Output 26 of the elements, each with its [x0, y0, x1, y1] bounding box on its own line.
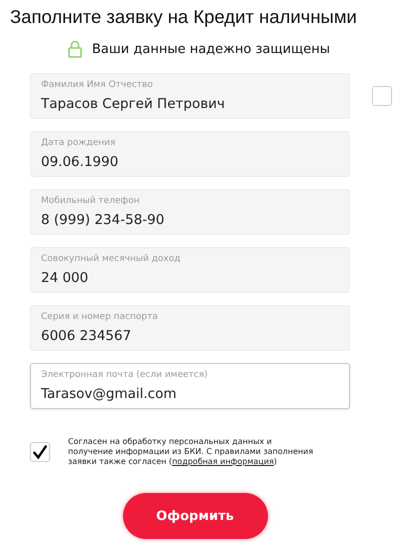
- field-value: Tarasov@gmail.com: [41, 385, 178, 404]
- field-label: Электронная почта (если имеется): [41, 369, 209, 381]
- lock-icon: [68, 40, 82, 58]
- field-label: Фамилия Имя Отчество: [41, 79, 154, 91]
- consent-text: Согласен на обработку персональных данных и получение информации из БКИ. С правилами заполнения заявки также согласен (подробная информация): [68, 437, 314, 467]
- field-label: Совокупный месячный доход: [41, 253, 182, 265]
- field-value: 6006 234567: [41, 327, 132, 346]
- field-value: 09.06.1990: [41, 153, 120, 172]
- field-label: Дата рождения: [41, 137, 116, 149]
- input-field[interactable]: Электронная почта (если имеется) Tarasov@gmail.com: [30, 363, 350, 409]
- input-field[interactable]: Серия и номер паспорта 6006 234567: [30, 305, 350, 351]
- input-field[interactable]: Совокупный месячный доход 24 000: [30, 247, 350, 293]
- field-label: Серия и номер паспорта: [41, 311, 159, 323]
- field-value: 24 000: [41, 269, 90, 288]
- input-field[interactable]: Дата рождения 09.06.1990: [30, 131, 350, 177]
- info-link[interactable]: подробная информация: [172, 457, 274, 466]
- input-field[interactable]: Фамилия Имя Отчество Тарасов Сергей Петрович: [30, 73, 350, 119]
- checkbox[interactable]: [372, 86, 392, 106]
- security-note: Ваши данные надежно защищены: [92, 42, 330, 56]
- checkbox[interactable]: [30, 442, 50, 462]
- form-title: Заполните заявку на Кредит наличными: [10, 6, 358, 28]
- field-value: 8 (999) 234-58-90: [41, 211, 166, 230]
- submit-button[interactable]: Оформить: [122, 493, 268, 539]
- field-value: Тарасов Сергей Петрович: [41, 95, 226, 114]
- field-label: Мобильный телефон: [41, 195, 141, 207]
- input-field[interactable]: Мобильный телефон 8 (999) 234-58-90: [30, 189, 350, 235]
